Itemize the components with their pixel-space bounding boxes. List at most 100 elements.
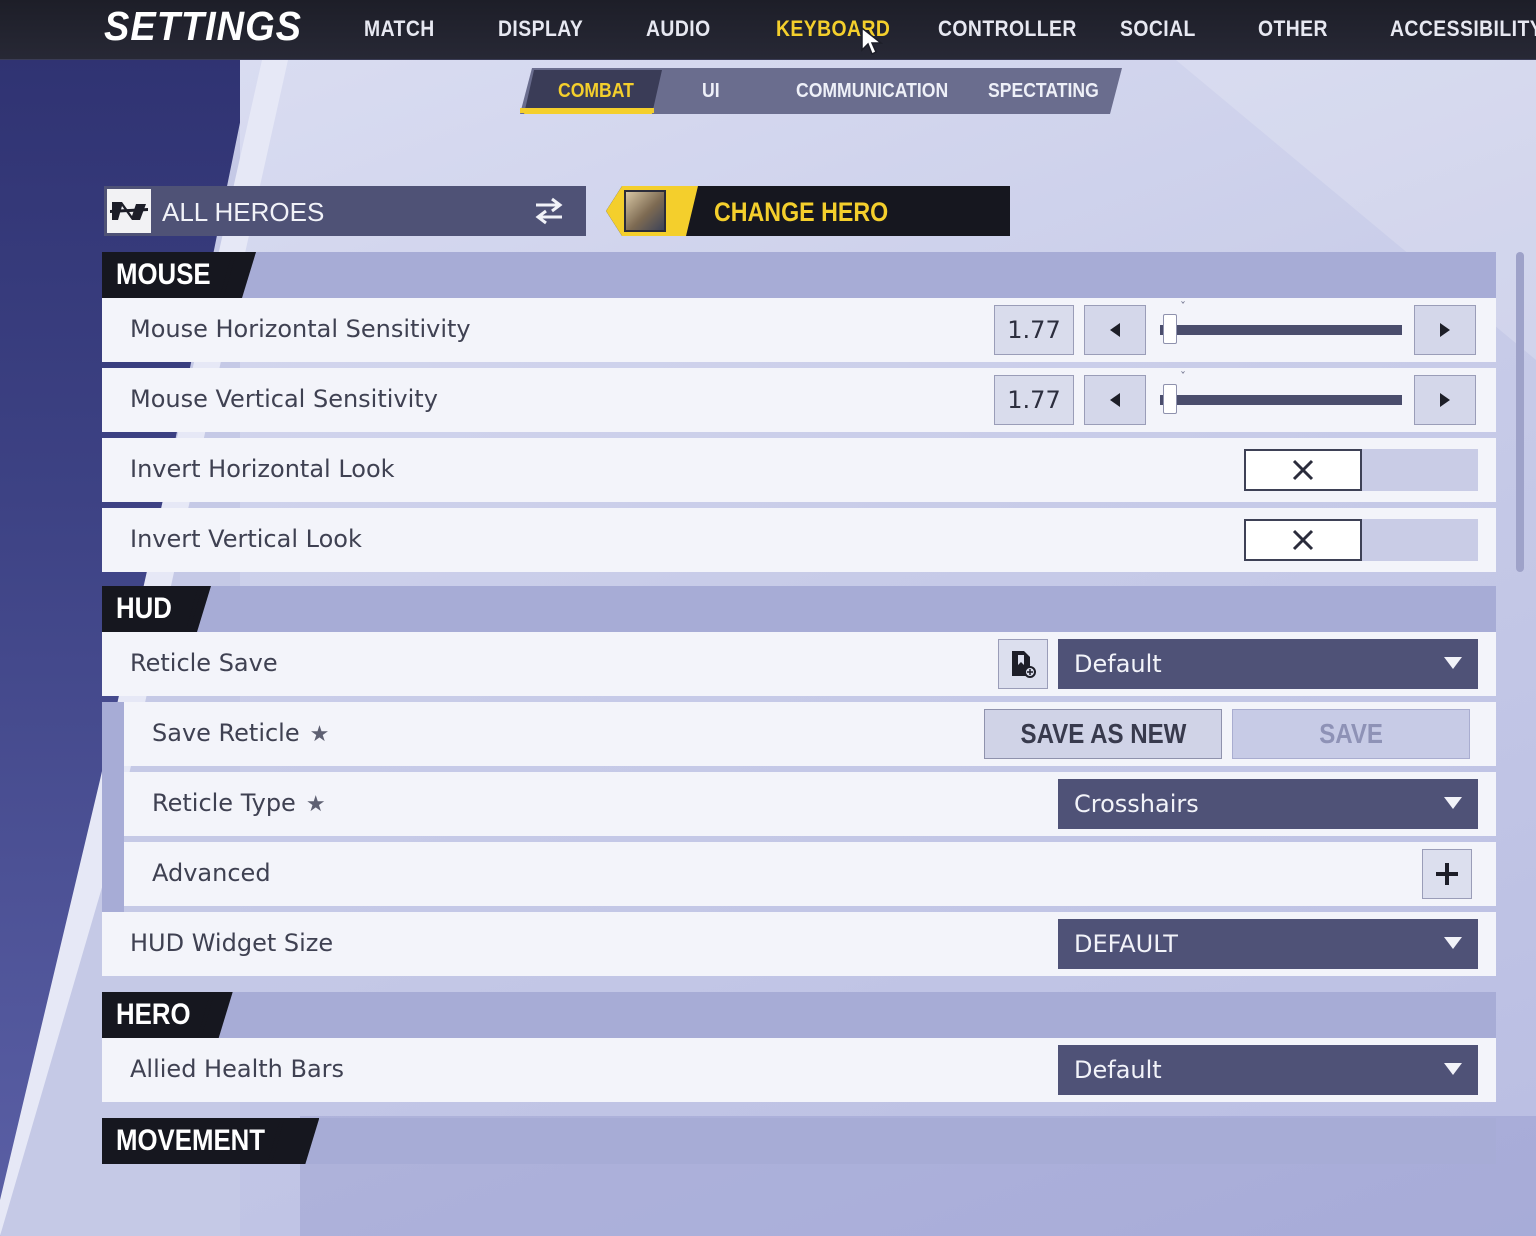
setting-row-mouse-horizontal: Mouse Horizontal Sensitivity 1.77 ˇ [102,298,1496,362]
reticle-save-dropdown[interactable]: Default [1058,639,1478,689]
close-icon [1292,529,1314,551]
subtab-ui[interactable]: UI [702,80,720,103]
hero-portrait-icon [624,190,666,232]
change-hero-label: CHANGE HERO [714,197,889,227]
setting-label: Advanced [152,859,271,887]
mouse-cursor-icon [861,26,884,56]
tab-social[interactable]: SOCIAL [1120,16,1196,42]
section-tag: MOVEMENT [102,1118,319,1164]
file-save-icon [1012,651,1036,678]
invert-horizontal-toggle[interactable] [1244,449,1478,491]
dropdown-value: DEFAULT [1074,930,1178,958]
section-title: MOUSE [116,258,211,291]
reticle-type-dropdown[interactable]: Crosshairs [1058,779,1478,829]
sensitivity-slider-track[interactable] [1160,325,1402,335]
toggle-knob [1244,519,1362,561]
increase-button[interactable] [1414,305,1476,355]
settings-panel: MOUSE Mouse Horizontal Sensitivity 1.77 … [102,252,1496,1164]
invert-vertical-toggle[interactable] [1244,519,1478,561]
arrow-right-icon [1440,323,1450,337]
section-title: HUD [116,592,172,625]
dropdown-value: Default [1074,650,1162,678]
sensitivity-slider-thumb[interactable] [1163,314,1177,344]
sensitivity-value-field[interactable]: 1.77 [994,375,1074,425]
section-header-movement: MOVEMENT [102,1118,1496,1164]
tab-display[interactable]: DISPLAY [498,16,583,42]
swap-icon[interactable] [532,194,566,228]
decrease-button[interactable] [1084,375,1146,425]
setting-label: Save Reticle ★ [152,719,329,747]
setting-label: Mouse Vertical Sensitivity [130,385,438,413]
top-nav-bar: SETTINGS MATCH DISPLAY AUDIO KEYBOARD CO… [0,0,1536,60]
game-logo-icon [107,189,151,233]
dropdown-value: Default [1074,1056,1162,1084]
setting-row-save-reticle: Save Reticle ★ SAVE AS NEW SAVE [124,702,1496,766]
subtab-combat[interactable]: COMBAT [558,80,634,103]
chevron-down-icon [1444,1063,1462,1075]
change-hero-button[interactable]: CHANGE HERO [606,186,1010,236]
section-title: HERO [116,998,191,1031]
setting-label: Reticle Type ★ [152,789,326,817]
setting-row-reticle-type: Reticle Type ★ Crosshairs [124,772,1496,836]
dropdown-value: Crosshairs [1074,790,1199,818]
tab-other[interactable]: OTHER [1258,16,1328,42]
subsection-indent [102,702,124,912]
slider-default-marker-icon: ˇ [1180,300,1186,314]
hero-select-dropdown[interactable]: ALL HEROES [104,186,586,236]
setting-label: Invert Vertical Look [130,525,362,553]
save-as-new-label: SAVE AS NEW [1020,718,1186,749]
setting-row-invert-horizontal: Invert Horizontal Look [102,438,1496,502]
sensitivity-value-field[interactable]: 1.77 [994,305,1074,355]
sensitivity-slider-track[interactable] [1160,395,1402,405]
setting-row-hud-widget-size: HUD Widget Size DEFAULT [102,912,1496,976]
setting-row-reticle-save: Reticle Save Default [102,632,1496,696]
star-icon: ★ [309,722,330,747]
setting-label: Reticle Save [130,649,278,677]
reticle-file-button[interactable] [998,639,1048,689]
section-title: MOVEMENT [116,1124,266,1157]
expand-advanced-button[interactable] [1422,849,1472,899]
tab-audio[interactable]: AUDIO [646,16,711,42]
allied-health-bars-dropdown[interactable]: Default [1058,1045,1478,1095]
sub-tab-active-indicator [520,108,654,113]
slider-default-marker-icon: ˇ [1180,370,1186,384]
settings-scrollbar[interactable] [1516,252,1524,572]
tab-match[interactable]: MATCH [364,16,435,42]
arrow-left-icon [1110,323,1120,337]
save-as-new-button[interactable]: SAVE AS NEW [984,709,1222,759]
arrow-right-icon [1440,393,1450,407]
setting-label: Allied Health Bars [130,1055,345,1083]
sensitivity-slider-thumb[interactable] [1163,384,1177,414]
chevron-down-icon [1444,797,1462,809]
hud-widget-size-dropdown[interactable]: DEFAULT [1058,919,1478,969]
star-icon: ★ [305,792,326,817]
arrow-left-icon [1110,393,1120,407]
setting-label: Invert Horizontal Look [130,455,395,483]
setting-row-mouse-vertical: Mouse Vertical Sensitivity 1.77 ˇ [102,368,1496,432]
save-label: SAVE [1319,718,1383,749]
toggle-knob [1244,449,1362,491]
setting-row-invert-vertical: Invert Vertical Look [102,508,1496,572]
save-button[interactable]: SAVE [1232,709,1470,759]
plus-icon [1436,863,1458,885]
setting-label-text: Reticle Type [152,789,296,817]
tab-accessibility[interactable]: ACCESSIBILITY [1390,16,1536,42]
close-icon [1292,459,1314,481]
setting-row-allied-health-bars: Allied Health Bars Default [102,1038,1496,1102]
chevron-down-icon [1444,657,1462,669]
section-header-hud: HUD [102,586,1496,632]
section-header-hero: HERO [102,992,1496,1038]
setting-label: HUD Widget Size [130,929,334,957]
section-tag: HERO [102,992,233,1038]
subtab-spectating[interactable]: SPECTATING [988,80,1099,103]
subtab-communication[interactable]: COMMUNICATION [796,80,948,103]
decrease-button[interactable] [1084,305,1146,355]
setting-label: Mouse Horizontal Sensitivity [130,315,471,343]
hero-select-label: ALL HEROES [162,197,325,227]
tab-controller[interactable]: CONTROLLER [938,16,1077,42]
setting-label-text: Save Reticle [152,719,300,747]
setting-row-advanced: Advanced [124,842,1496,906]
page-title: SETTINGS [104,4,303,50]
increase-button[interactable] [1414,375,1476,425]
chevron-down-icon [1444,937,1462,949]
